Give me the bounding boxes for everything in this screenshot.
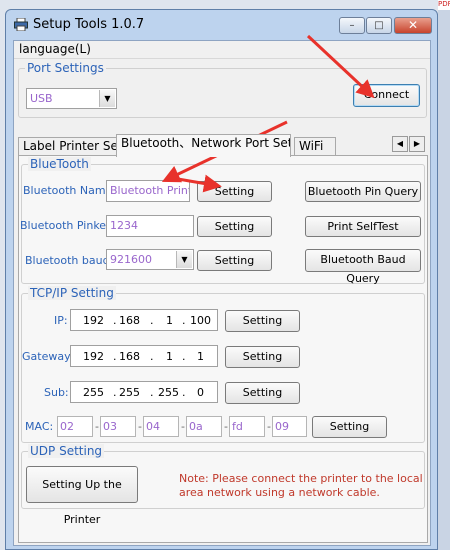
chevron-down-icon[interactable]: ▼ [176,251,192,268]
mac-separator: - [181,420,185,433]
sub-dot-2: . [150,386,154,399]
sub-dot-3: . [182,386,186,399]
mac-separator: - [224,420,228,433]
ip-octet-2: 168 [119,314,140,327]
menu-bar: language(L) [14,41,430,59]
tab-label-printer-set[interactable]: Label Printer Set [18,137,117,156]
gateway-octet-2: 168 [119,350,140,363]
subnet-field[interactable]: 255 . 255 . 255 . 0 [70,381,218,403]
gateway-dot-1: . [113,350,117,363]
ip-dot-3: . [182,314,186,327]
tab-wifi[interactable]: WiFi [294,137,336,156]
bluetooth-baud-select[interactable]: 921600 ▼ [106,249,194,270]
gateway-octet-3: 1 [166,350,173,363]
bluetooth-name-setting-button[interactable]: Setting [197,181,272,202]
udp-group: UDP Setting Setting Up the Printer Note:… [21,444,425,526]
background-pdf-badge: PDF [438,0,450,10]
connect-button[interactable]: Connect [353,84,420,107]
ip-octet-1: 192 [83,314,104,327]
mac-setting-button[interactable]: Setting [312,416,387,438]
tab-scroll-left-icon[interactable]: ◀ [392,136,408,152]
window-title: Setup Tools 1.0.7 [33,17,145,32]
bluetooth-name-field[interactable]: Bluetooth Printer [106,180,190,202]
mac-field-6[interactable]: 09 [272,416,307,437]
gateway-dot-2: . [150,350,154,363]
bluetooth-baud-label: Bluetooth baud: [25,254,114,267]
ip-octet-4: 100 [190,314,211,327]
setting-up-printer-button[interactable]: Setting Up the Printer [26,466,138,526]
ip-dot-1: . [113,314,117,327]
main-window: Setup Tools 1.0.7 – □ ✕ language(L) Port… [5,9,438,550]
chevron-down-icon[interactable]: ▼ [99,90,115,107]
tcpip-group: TCP/IP Setting IP: 192 . 168 . 1 . 100 S… [21,286,425,443]
sub-octet-1: 255 [83,386,104,399]
mac-separator: - [267,420,271,433]
gateway-label: Gateway: [22,350,74,363]
sub-dot-1: . [113,386,117,399]
minimize-button[interactable]: – [339,17,365,34]
mac-field-2[interactable]: 03 [100,416,136,437]
print-selftest-button[interactable]: Print SelfTest [305,216,421,237]
title-bar[interactable]: Setup Tools 1.0.7 – □ ✕ [6,10,437,40]
client-area: language(L) Port Settings USB ▼ Connect … [13,40,431,546]
sub-octet-3: 255 [158,386,179,399]
mac-separator: - [95,420,99,433]
gateway-octet-1: 192 [83,350,104,363]
tcpip-legend: TCP/IP Setting [28,286,116,300]
mac-separator: - [138,420,142,433]
sub-label: Sub: [44,386,69,399]
tab-bluetooth-network[interactable]: Bluetooth、Network Port Set [116,134,291,157]
mac-label: MAC: [25,420,54,433]
bluetooth-pinkey-setting-button[interactable]: Setting [197,216,272,237]
menu-language[interactable]: language(L) [19,42,91,56]
bluetooth-baud-query-button[interactable]: Bluetooth Baud Query [305,249,421,285]
bluetooth-group: BlueTooth Bluetooth Name: Bluetooth Prin… [20,157,425,285]
bluetooth-baud-setting-button[interactable]: Setting [197,250,272,271]
udp-note: Note: Please connect the printer to the … [179,472,423,499]
ip-label: IP: [54,314,68,327]
tab-panel: BlueTooth Bluetooth Name: Bluetooth Prin… [18,155,428,543]
bluetooth-pinkey-label: Bluetooth Pinkey: [20,219,116,232]
bluetooth-pinkey-field[interactable]: 1234 [106,215,194,237]
mac-field-4[interactable]: 0a [186,416,222,437]
gateway-octet-4: 1 [197,350,204,363]
ip-dot-2: . [150,314,154,327]
ip-octet-3: 1 [166,314,173,327]
port-select[interactable]: USB ▼ [26,88,117,109]
sub-octet-4: 0 [197,386,204,399]
mac-address-fields: 02 - 03 - 04 - 0a - fd - 09 [57,416,307,438]
udp-legend: UDP Setting [28,444,105,458]
tab-strip: Label Printer Set Bluetooth、Network Port… [18,134,428,157]
tab-scroll-right-icon[interactable]: ▶ [409,136,425,152]
bluetooth-name-label: Bluetooth Name: [23,184,117,197]
port-settings-group: Port Settings USB ▼ Connect [18,61,427,118]
bluetooth-legend: BlueTooth [28,157,91,171]
mac-field-1[interactable]: 02 [57,416,93,437]
port-select-value: USB [30,92,53,105]
bluetooth-pin-query-button[interactable]: Bluetooth Pin Query [305,181,421,202]
gateway-field[interactable]: 192 . 168 . 1 . 1 [70,345,218,367]
sub-setting-button[interactable]: Setting [225,382,300,404]
maximize-button[interactable]: □ [366,17,392,34]
mac-field-3[interactable]: 04 [143,416,179,437]
gateway-setting-button[interactable]: Setting [225,346,300,368]
background-window-strip: PDF [438,0,450,550]
bluetooth-baud-value: 921600 [110,253,152,266]
sub-octet-2: 255 [119,386,140,399]
ip-setting-button[interactable]: Setting [225,310,300,332]
ip-address-field[interactable]: 192 . 168 . 1 . 100 [70,309,218,331]
gateway-dot-3: . [182,350,186,363]
printer-icon [14,18,28,31]
close-button[interactable]: ✕ [394,17,432,34]
port-settings-legend: Port Settings [25,61,106,75]
mac-field-5[interactable]: fd [229,416,265,437]
